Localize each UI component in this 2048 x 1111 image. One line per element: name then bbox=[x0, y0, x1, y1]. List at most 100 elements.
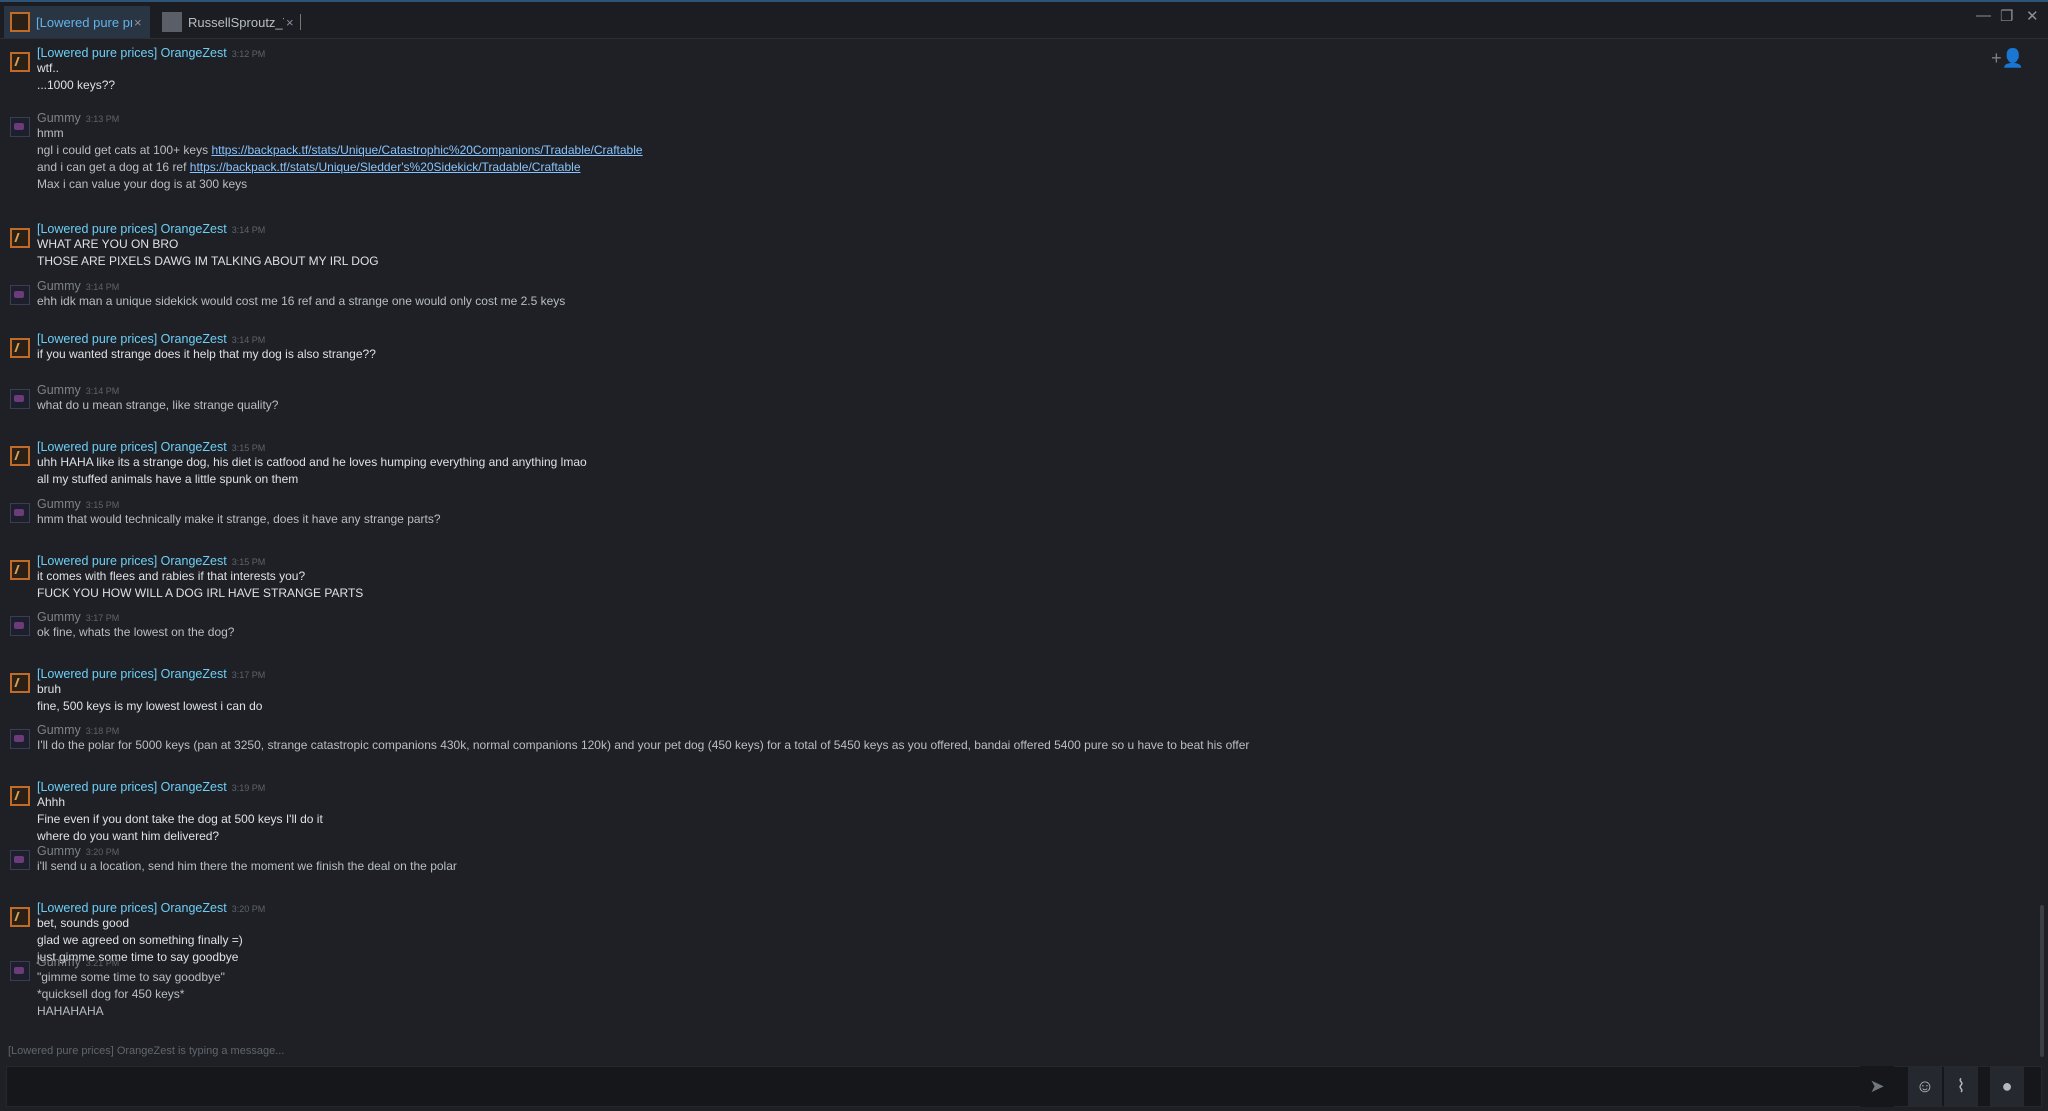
author-name[interactable]: Gummy bbox=[37, 497, 81, 511]
avatar[interactable] bbox=[10, 52, 30, 72]
message-header: [Lowered pure prices] OrangeZest 3:12 PM bbox=[37, 46, 265, 60]
timestamp: 3:15 PM bbox=[85, 500, 120, 510]
message-group: Gummy 3:18 PM I'll do the polar for 5000 k… bbox=[0, 723, 1249, 754]
timestamp: 3:21 PM bbox=[85, 958, 120, 968]
tab-russellsproutz[interactable]: RussellSproutz_YT × bbox=[156, 6, 304, 38]
add-friend-icon[interactable]: +👤 bbox=[1991, 48, 2024, 69]
timestamp: 3:14 PM bbox=[85, 282, 120, 292]
message-line: THOSE ARE PIXELS DAWG IM TALKING ABOUT M… bbox=[37, 254, 379, 268]
message-line: ...1000 keys?? bbox=[37, 78, 116, 92]
tab-label: RussellSproutz_YT bbox=[188, 14, 284, 30]
maximize-icon[interactable]: ❐ bbox=[2000, 7, 2013, 25]
message-group: Gummy 3:14 PM ehh idk man a unique sidekic… bbox=[0, 279, 565, 310]
message-group: Gummy 3:21 PM "gimme some time to say good… bbox=[0, 955, 225, 1020]
message-line: ok fine, whats the lowest on the dog? bbox=[37, 625, 235, 639]
message-line: bet, sounds good bbox=[37, 916, 130, 930]
message-line: ehh idk man a unique sidekick would cost… bbox=[37, 294, 566, 308]
message-line: glad we agreed on something finally =) bbox=[37, 933, 243, 947]
message-text: ngl i could get cats at 100+ keys bbox=[37, 143, 212, 157]
minimize-icon[interactable]: — bbox=[1976, 7, 1991, 24]
message-header: [Lowered pure prices] OrangeZest 3:14 PM bbox=[37, 332, 376, 346]
scrollbar[interactable] bbox=[2040, 905, 2044, 1057]
message-group: Gummy 3:15 PM hmm that would technically m… bbox=[0, 497, 441, 528]
author-name[interactable]: Gummy bbox=[37, 844, 81, 858]
attachment-icon[interactable]: ⌇ bbox=[1944, 1066, 1978, 1107]
message-line: fine, 500 keys is my lowest lowest i can… bbox=[37, 699, 263, 713]
avatar[interactable] bbox=[10, 338, 30, 358]
author-name[interactable]: [Lowered pure prices] OrangeZest bbox=[37, 780, 227, 794]
avatar[interactable] bbox=[10, 616, 30, 636]
message-header: Gummy 3:20 PM bbox=[37, 844, 457, 858]
message-line: wtf.. bbox=[37, 61, 60, 75]
emoticon-icon[interactable]: ☺ bbox=[1908, 1066, 1942, 1107]
author-name[interactable]: [Lowered pure prices] OrangeZest bbox=[37, 222, 227, 236]
avatar[interactable] bbox=[10, 786, 30, 806]
avatar[interactable] bbox=[10, 389, 30, 409]
author-name[interactable]: [Lowered pure prices] OrangeZest bbox=[37, 554, 227, 568]
voice-icon[interactable]: ● bbox=[1990, 1066, 2024, 1107]
tab-separator bbox=[300, 14, 301, 30]
message-header: Gummy 3:17 PM bbox=[37, 610, 234, 624]
author-name[interactable]: [Lowered pure prices] OrangeZest bbox=[37, 440, 227, 454]
message-header: Gummy 3:15 PM bbox=[37, 497, 441, 511]
send-icon[interactable]: ➤ bbox=[1860, 1066, 1894, 1107]
message-header: [Lowered pure prices] OrangeZest 3:14 PM bbox=[37, 222, 379, 236]
author-name[interactable]: Gummy bbox=[37, 955, 81, 969]
author-name[interactable]: [Lowered pure prices] OrangeZest bbox=[37, 667, 227, 681]
message-header: Gummy 3:14 PM bbox=[37, 383, 278, 397]
tab-orangezest[interactable]: [Lowered pure prices] OrangeZest × bbox=[4, 6, 150, 38]
timestamp: 3:12 PM bbox=[231, 49, 266, 59]
timestamp: 3:14 PM bbox=[231, 335, 266, 345]
tab-avatar bbox=[162, 12, 182, 32]
author-name[interactable]: [Lowered pure prices] OrangeZest bbox=[37, 46, 227, 60]
message-input[interactable] bbox=[6, 1066, 2042, 1107]
message-line: where do you want him delivered? bbox=[37, 829, 220, 843]
message-line: Max i can value your dog is at 300 keys bbox=[37, 177, 248, 191]
message-header: Gummy 3:13 PM bbox=[37, 111, 643, 125]
timestamp: 3:17 PM bbox=[85, 613, 120, 623]
message-group: [Lowered pure prices] OrangeZest 3:15 PM u… bbox=[0, 440, 587, 488]
message-header: Gummy 3:14 PM bbox=[37, 279, 565, 293]
avatar[interactable] bbox=[10, 503, 30, 523]
timestamp: 3:20 PM bbox=[85, 847, 120, 857]
message-header: Gummy 3:21 PM bbox=[37, 955, 225, 969]
close-icon[interactable]: × bbox=[286, 15, 300, 30]
message-line: FUCK YOU HOW WILL A DOG IRL HAVE STRANGE… bbox=[37, 586, 364, 600]
tab-avatar bbox=[10, 12, 30, 32]
avatar[interactable] bbox=[10, 228, 30, 248]
message-line: i'll send u a location, send him there t… bbox=[37, 859, 457, 873]
avatar[interactable] bbox=[10, 729, 30, 749]
avatar[interactable] bbox=[10, 285, 30, 305]
message-line: if you wanted strange does it help that … bbox=[37, 347, 376, 361]
message-group: [Lowered pure prices] OrangeZest 3:15 PM i… bbox=[0, 554, 363, 602]
author-name[interactable]: [Lowered pure prices] OrangeZest bbox=[37, 901, 227, 915]
close-window-icon[interactable]: ✕ bbox=[2026, 7, 2039, 25]
author-name[interactable]: Gummy bbox=[37, 723, 81, 737]
message-header: Gummy 3:18 PM bbox=[37, 723, 1249, 737]
author-name[interactable]: [Lowered pure prices] OrangeZest bbox=[37, 332, 227, 346]
timestamp: 3:14 PM bbox=[231, 225, 266, 235]
avatar[interactable] bbox=[10, 446, 30, 466]
message-link[interactable]: https://backpack.tf/stats/Unique/Catastr… bbox=[211, 143, 642, 157]
avatar[interactable] bbox=[10, 850, 30, 870]
avatar[interactable] bbox=[10, 117, 30, 137]
timestamp: 3:14 PM bbox=[85, 386, 120, 396]
message-header: [Lowered pure prices] OrangeZest 3:19 PM bbox=[37, 780, 323, 794]
author-name[interactable]: Gummy bbox=[37, 610, 81, 624]
avatar[interactable] bbox=[10, 560, 30, 580]
message-line: ngl i could get cats at 100+ keys https:… bbox=[37, 142, 643, 159]
avatar[interactable] bbox=[10, 961, 30, 981]
timestamp: 3:13 PM bbox=[85, 114, 120, 124]
message-line: and i can get a dog at 16 ref https://ba… bbox=[37, 159, 643, 176]
message-link[interactable]: https://backpack.tf/stats/Unique/Sledder… bbox=[190, 160, 581, 174]
avatar[interactable] bbox=[10, 673, 30, 693]
author-name[interactable]: Gummy bbox=[37, 279, 81, 293]
message-header: [Lowered pure prices] OrangeZest 3:15 PM bbox=[37, 440, 587, 454]
typing-indicator: [Lowered pure prices] OrangeZest is typi… bbox=[8, 1045, 285, 1057]
timestamp: 3:18 PM bbox=[85, 726, 120, 736]
avatar[interactable] bbox=[10, 907, 30, 927]
author-name[interactable]: Gummy bbox=[37, 111, 81, 125]
author-name[interactable]: Gummy bbox=[37, 383, 81, 397]
close-icon[interactable]: × bbox=[134, 15, 148, 30]
message-line: bruh bbox=[37, 682, 62, 696]
